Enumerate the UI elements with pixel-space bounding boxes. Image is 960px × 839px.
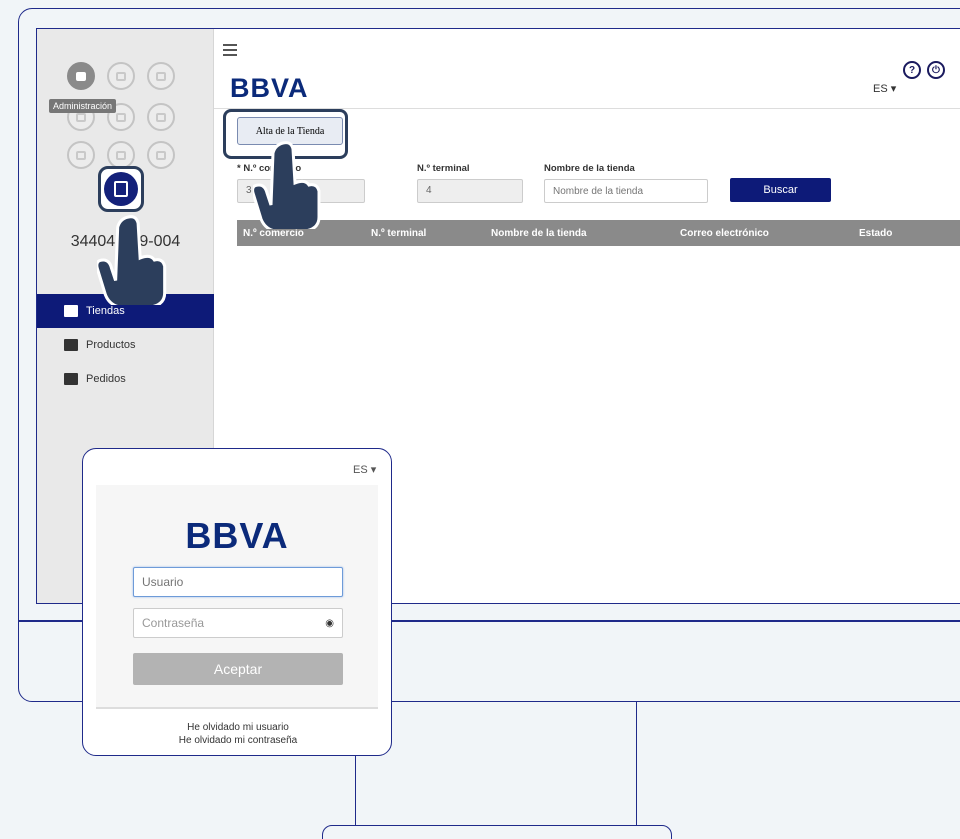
table-header: N.º comercio N.º terminal Nombre de la t… (237, 220, 960, 246)
bbva-logo: BBVA (230, 73, 309, 103)
password-placeholder: Contraseña (142, 616, 205, 630)
col-header-correo[interactable]: Correo electrónico (680, 228, 769, 239)
col-header-terminal[interactable]: N.º terminal (371, 228, 426, 239)
store-icon (64, 305, 78, 317)
bag-icon (64, 339, 78, 351)
buscar-button[interactable]: Buscar (730, 178, 831, 202)
sidebar-item-productos[interactable]: Productos (37, 328, 214, 362)
hamburger-menu-icon[interactable] (223, 44, 237, 59)
login-card: ES ▾ BBVA Contraseña ◉ Aceptar He olvida… (82, 448, 392, 756)
language-selector[interactable]: ES ▾ (873, 82, 896, 95)
aceptar-button[interactable]: Aceptar (133, 653, 343, 685)
bbva-login-logo: BBVA (185, 515, 289, 556)
forgot-password-link[interactable]: He olvidado mi contraseña (83, 735, 391, 746)
cart-icon (64, 373, 78, 385)
edit-icon[interactable] (147, 103, 175, 131)
nombre-tienda-input[interactable] (544, 179, 708, 203)
tooltip: Administración (49, 99, 117, 113)
basket-icon[interactable] (107, 141, 135, 169)
sidebar-item-label: Tiendas (86, 305, 125, 317)
users-icon[interactable] (107, 62, 135, 90)
login-panel: BBVA Contraseña ◉ Aceptar (96, 485, 378, 709)
password-field[interactable]: Contraseña ◉ (133, 608, 343, 638)
terminal-field[interactable]: 4 (417, 179, 523, 203)
nombre-label: Nombre de la tienda (544, 163, 635, 174)
image-icon[interactable] (67, 141, 95, 169)
help-icon[interactable]: ? (903, 61, 921, 79)
store-cart-icon-highlight[interactable] (98, 166, 144, 212)
profile-icon[interactable] (147, 62, 175, 90)
briefcase-icon[interactable] (67, 62, 95, 90)
username-input[interactable] (133, 567, 343, 597)
sidebar-item-label: Productos (86, 339, 136, 351)
sidebar-nav: Tiendas Productos Pedidos (37, 294, 214, 396)
col-header-nombre[interactable]: Nombre de la tienda (491, 228, 587, 239)
forgot-user-link[interactable]: He olvidado mi usuario (83, 722, 391, 733)
power-icon[interactable]: ⏻ (927, 61, 945, 79)
pie-chart-icon[interactable] (147, 141, 175, 169)
col-header-estado[interactable]: Estado (859, 228, 892, 239)
sidebar-item-pedidos[interactable]: Pedidos (37, 362, 214, 396)
monitor-stand-base (322, 825, 672, 839)
monitor-stand-neck (355, 702, 637, 828)
hand-pointer-icon (97, 215, 167, 305)
eye-slash-icon[interactable]: ◉ (325, 618, 334, 629)
terminal-label: N.º terminal (417, 163, 470, 174)
col-header-comercio[interactable]: N.º comercio (243, 228, 304, 239)
hand-pointer-icon (253, 141, 321, 229)
login-language-selector[interactable]: ES ▾ (353, 463, 376, 476)
sidebar-item-label: Pedidos (86, 373, 126, 385)
